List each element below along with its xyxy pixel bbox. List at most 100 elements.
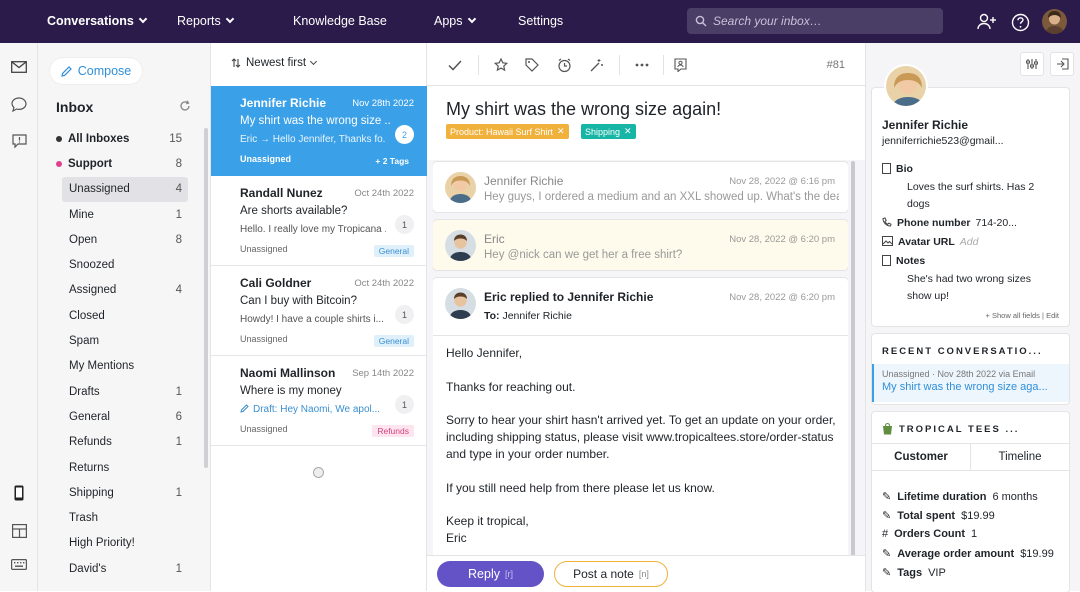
folder-support[interactable]: Support 8	[56, 151, 188, 176]
tab-timeline[interactable]: Timeline	[971, 444, 1069, 470]
compose-button[interactable]: Compose	[50, 58, 142, 84]
close-icon[interactable]: ✕	[624, 126, 632, 137]
folder-count: 1	[175, 385, 182, 398]
sort-dropdown[interactable]: Newest first	[231, 57, 318, 69]
folder-high-priority[interactable]: High Priority!	[62, 531, 188, 556]
refresh-icon[interactable]	[179, 99, 191, 117]
search-box[interactable]	[687, 8, 943, 34]
folder-count: 4	[175, 183, 182, 196]
chevron-down-icon	[225, 14, 235, 24]
collapse-sidebar-icon[interactable]	[1050, 52, 1074, 76]
body-paragraph: If you still need help from there please…	[446, 480, 715, 495]
nav-reports[interactable]: Reports	[177, 14, 235, 28]
body-paragraph: Hello Jennifer,	[446, 346, 523, 360]
search-input[interactable]	[713, 14, 933, 28]
conversation-preview: Howdy! I have a couple shirts i...	[240, 314, 384, 325]
conversation-view: #81 My shirt was the wrong size again! P…	[427, 43, 865, 591]
conversation-item[interactable]: Randall Nunez Oct 24th 2022 Are shorts a…	[211, 176, 427, 266]
folder-davids[interactable]: David's 1	[62, 556, 188, 581]
conversation-item[interactable]: Naomi Mallinson Sep 14th 2022 Where is m…	[211, 356, 427, 446]
chat-icon[interactable]	[9, 94, 29, 114]
folder-spam[interactable]: Spam	[62, 328, 188, 353]
folder-all-inboxes[interactable]: All Inboxes 15	[56, 126, 188, 151]
folder-name: My Mentions	[69, 360, 135, 373]
compose-label: Compose	[77, 64, 132, 78]
folder-open[interactable]: Open 8	[62, 227, 188, 252]
folder-drafts[interactable]: Drafts 1	[62, 379, 188, 404]
edit-fields-link[interactable]: Edit	[1046, 311, 1059, 320]
reply-bar: Reply [r] Post a note [n]	[427, 555, 865, 591]
pencil-icon: ✎	[882, 567, 892, 579]
magic-wand-icon[interactable]	[587, 56, 605, 74]
folder-shipping[interactable]: Shipping 1	[62, 480, 188, 505]
keyboard-icon[interactable]	[9, 554, 29, 574]
nav-apps-label: Apps	[434, 14, 463, 28]
folder-dot	[56, 135, 62, 142]
close-icon[interactable]: ✕	[557, 126, 565, 137]
message-timestamp: Nov 28, 2022 @ 6:16 pm	[729, 176, 835, 187]
tag-pill-shipping[interactable]: Shipping ✕	[581, 124, 636, 139]
folder-name: Closed	[69, 309, 105, 322]
mobile-icon[interactable]	[9, 483, 29, 503]
nav-conversations[interactable]: Conversations	[47, 14, 148, 28]
nav-knowledge-base[interactable]: Knowledge Base	[293, 14, 387, 28]
avatar	[445, 172, 476, 203]
message-alert-icon[interactable]	[9, 131, 29, 151]
star-icon[interactable]	[492, 56, 510, 74]
folder-refunds[interactable]: Refunds 1	[62, 430, 188, 455]
thread-scrollbar[interactable]	[851, 161, 855, 556]
mail-icon[interactable]	[9, 57, 29, 77]
help-icon[interactable]	[1009, 11, 1031, 33]
more-icon[interactable]	[633, 56, 651, 74]
internal-note[interactable]: Eric Nov 28, 2022 @ 6:20 pm Hey @nick ca…	[433, 220, 848, 270]
tab-customer[interactable]: Customer	[872, 444, 971, 470]
assign-icon[interactable]	[671, 56, 689, 74]
folder-mine[interactable]: Mine 1	[62, 202, 188, 227]
recent-conversation-item[interactable]: Unassigned · Nov 28th 2022 via Email My …	[872, 364, 1069, 402]
chevron-down-icon	[138, 14, 148, 24]
settings-sliders-icon[interactable]	[1020, 52, 1044, 76]
show-all-fields-link[interactable]: + Show all fields	[986, 311, 1040, 320]
conversation-item[interactable]: Cali Goldner Oct 24th 2022 Can I buy wit…	[211, 266, 427, 356]
stat-value: 6 months	[992, 490, 1038, 503]
check-icon[interactable]	[446, 56, 464, 74]
folder-snoozed[interactable]: Snoozed	[62, 252, 188, 277]
reply-shortcut: [r]	[504, 569, 513, 579]
post-note-button[interactable]: Post a note [n]	[554, 561, 668, 587]
folder-returns[interactable]: Returns	[62, 455, 188, 480]
folder-closed[interactable]: Closed	[62, 303, 188, 328]
folder-trash[interactable]: Trash	[62, 505, 188, 530]
customer-sidebar: Jennifer Richie jenniferrichie523@gmail.…	[865, 43, 1080, 592]
message-body: Hello Jennifer, Thanks for reaching out.…	[446, 345, 836, 547]
layout-icon[interactable]	[9, 521, 29, 541]
customer-email[interactable]: jenniferrichie523@gmail...	[882, 135, 1004, 147]
folder-assigned[interactable]: Assigned 4	[62, 278, 188, 303]
folder-name: Assigned	[69, 284, 117, 297]
nav-reports-label: Reports	[177, 14, 221, 28]
message-recipient: To: Jennifer Richie	[484, 310, 572, 322]
conversation-item[interactable]: Jennifer Richie Nov 28th 2022 My shirt w…	[211, 86, 427, 176]
add-user-icon[interactable]	[976, 11, 998, 33]
customer-profile-card: Jennifer Richie jenniferrichie523@gmail.…	[872, 64, 1069, 326]
customer-message[interactable]: Jennifer Richie Nov 28, 2022 @ 6:16 pm H…	[433, 162, 848, 212]
folder-unassigned[interactable]: Unassigned 4	[62, 176, 188, 202]
tag-badge: General	[373, 335, 414, 347]
bio-value: Loves the surf shirts. Has 2 dogs	[907, 181, 1035, 210]
tag-icon[interactable]	[523, 56, 541, 74]
stat-row: ✎ Lifetime duration 6 months	[882, 490, 1038, 504]
reply-button[interactable]: Reply [r]	[437, 561, 544, 587]
user-avatar[interactable]	[1042, 9, 1067, 34]
snooze-clock-icon[interactable]	[555, 56, 573, 74]
folder-general[interactable]: General 6	[62, 404, 188, 429]
nav-settings[interactable]: Settings	[518, 14, 563, 28]
thread-count-badge: 1	[395, 305, 414, 324]
tag-pill-product[interactable]: Product: Hawaii Surf Shirt ✕	[446, 124, 569, 139]
conversation-number: #81	[826, 59, 845, 71]
folder-name: Trash	[69, 512, 98, 525]
nav-apps[interactable]: Apps	[434, 14, 476, 28]
sidebar-scrollbar[interactable]	[204, 128, 208, 468]
folder-my-mentions[interactable]: My Mentions	[62, 354, 188, 379]
avatar-url-add[interactable]: Add	[960, 236, 979, 248]
folder-name: Mine	[69, 208, 94, 221]
folder-name: All Inboxes	[68, 132, 130, 145]
